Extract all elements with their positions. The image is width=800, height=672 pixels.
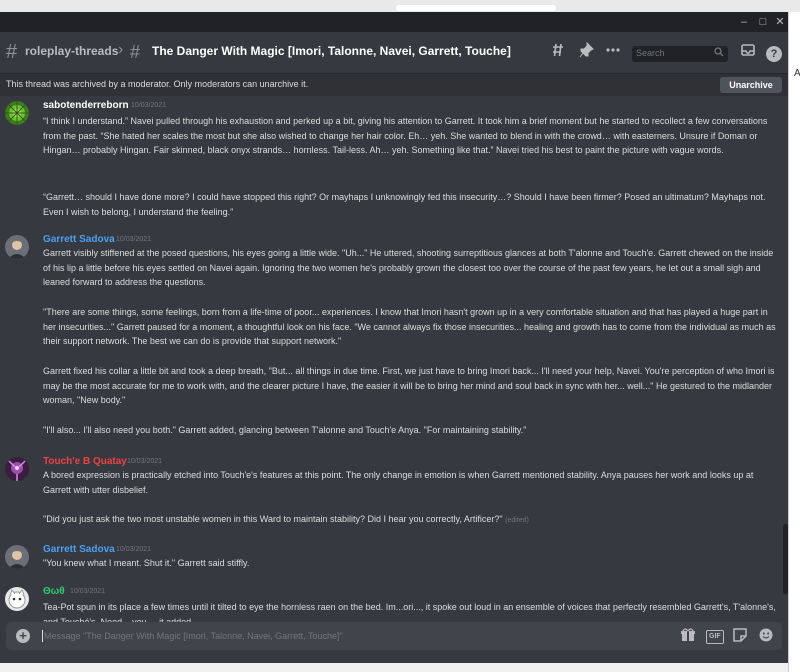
avatar[interactable] <box>5 545 29 569</box>
minimize-button[interactable]: – <box>736 14 752 30</box>
timestamp: 10/03/2021 <box>70 588 106 595</box>
message-text: "You knew what I meant. Shut it." Garret… <box>43 558 250 568</box>
threads-icon[interactable] <box>548 42 568 62</box>
help-icon[interactable]: ? <box>766 46 782 62</box>
username[interactable]: Θωθ <box>43 586 65 597</box>
timestamp: 10/03/2021 <box>116 236 152 243</box>
avatar[interactable] <box>5 587 29 611</box>
discord-window: – □ ✕ # roleplay-threads › # The Danger … <box>0 12 788 663</box>
message-composer[interactable]: + Message "The Danger With Magic [Imori,… <box>6 622 782 650</box>
gif-icon[interactable]: GIF <box>706 630 724 644</box>
search-input[interactable]: Search <box>632 46 728 62</box>
background-window-edge: A <box>788 12 800 672</box>
gift-icon[interactable] <box>680 628 696 644</box>
message-text: “I think I understand.” Navei pulled thr… <box>43 116 768 156</box>
maximize-button[interactable]: □ <box>755 14 771 30</box>
parent-channel-link[interactable]: roleplay-threads <box>25 44 118 58</box>
os-top-strip <box>0 0 800 12</box>
channel-hash-icon: # <box>6 41 18 63</box>
archived-notice: This thread was archived by a moderator.… <box>6 79 309 89</box>
message-text: "There are some things, some feelings, b… <box>43 307 776 347</box>
edited-label: (edited) <box>505 517 529 524</box>
search-placeholder: Search <box>636 48 665 58</box>
emoji-icon[interactable] <box>758 628 774 644</box>
channel-header: # roleplay-threads › # The Danger With M… <box>0 32 788 74</box>
text-cursor <box>42 630 43 642</box>
message-input[interactable]: Message "The Danger With Magic [Imori, T… <box>44 631 343 641</box>
message-text: Garrett visibly stiffened at the posed q… <box>43 248 774 288</box>
avatar[interactable] <box>5 235 29 259</box>
search-icon <box>714 47 724 60</box>
username[interactable]: Garrett Sadova <box>43 544 115 555</box>
unarchive-button[interactable]: Unarchive <box>720 77 782 93</box>
inbox-icon[interactable] <box>738 42 758 62</box>
breadcrumb-chevron-icon: › <box>118 41 124 58</box>
timestamp: 10/03/2021 <box>116 546 152 553</box>
message-text: "Did you just ask the two most unstable … <box>43 512 778 529</box>
thread-title: The Danger With Magic [Imori, Talonne, N… <box>152 44 511 58</box>
close-window-button[interactable]: ✕ <box>772 14 788 30</box>
scrollbar[interactable] <box>783 96 788 630</box>
title-bar: – □ ✕ <box>0 12 788 32</box>
more-icon[interactable] <box>603 42 623 62</box>
archived-banner: This thread was archived by a moderator.… <box>0 74 788 96</box>
timestamp: 10/03/2021 <box>127 458 163 465</box>
add-attachment-icon[interactable]: + <box>16 629 30 643</box>
thread-hash-icon: # <box>130 42 141 62</box>
message-list: sabotenderreborn 10/03/2021 “I think I u… <box>0 96 788 630</box>
message-text: Garrett fixed his collar a little bit an… <box>43 366 775 406</box>
message-text: "I'll also... I'll also need you both." … <box>43 425 527 435</box>
scrollbar-thumb[interactable] <box>783 524 788 594</box>
avatar[interactable] <box>5 101 29 125</box>
timestamp: 10/03/2021 <box>131 102 167 109</box>
username[interactable]: Touch'e B Quatay <box>43 456 127 467</box>
pin-icon[interactable] <box>576 41 596 62</box>
message-text-content: "Did you just ask the two most unstable … <box>43 514 503 524</box>
message-text: A bored expression is practically etched… <box>43 470 754 495</box>
message-text: “Garrett… should I have done more? I cou… <box>43 192 766 217</box>
username[interactable]: Garrett Sadova <box>43 234 115 245</box>
os-address-pill <box>396 5 556 11</box>
username[interactable]: sabotenderreborn <box>43 100 129 111</box>
clipped-char: A <box>794 68 800 79</box>
sticker-icon[interactable] <box>732 628 748 644</box>
avatar[interactable] <box>5 457 29 481</box>
